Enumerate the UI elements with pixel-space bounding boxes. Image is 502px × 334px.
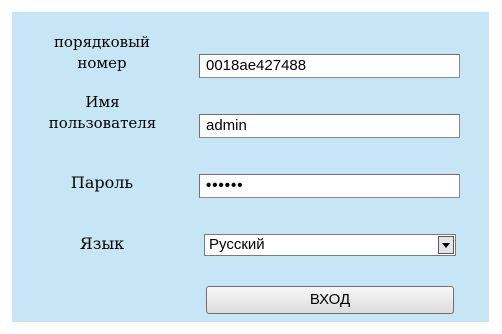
- username-label-line1: Имя: [85, 93, 120, 111]
- serial-number-label: порядковый номер: [52, 32, 152, 74]
- username-label-line2: пользователя: [48, 114, 157, 132]
- serial-number-field[interactable]: 0018ae427488: [199, 54, 460, 78]
- password-label: Пароль: [70, 173, 134, 192]
- language-selected-value: Русский: [209, 236, 265, 253]
- password-field[interactable]: ••••••: [199, 174, 460, 198]
- username-field[interactable]: admin: [199, 114, 460, 138]
- language-select[interactable]: Русский: [204, 234, 456, 256]
- login-panel: порядковый номер 0018ae427488 Имя пользо…: [12, 12, 489, 322]
- login-button[interactable]: ВХОД: [206, 286, 454, 314]
- chevron-down-icon[interactable]: [438, 236, 454, 254]
- serial-number-label-line1: порядковый: [53, 33, 151, 51]
- serial-number-label-line2: номер: [77, 54, 127, 72]
- language-label: Язык: [79, 234, 125, 253]
- username-label: Имя пользователя: [30, 92, 175, 134]
- arrow-shape: [442, 243, 450, 248]
